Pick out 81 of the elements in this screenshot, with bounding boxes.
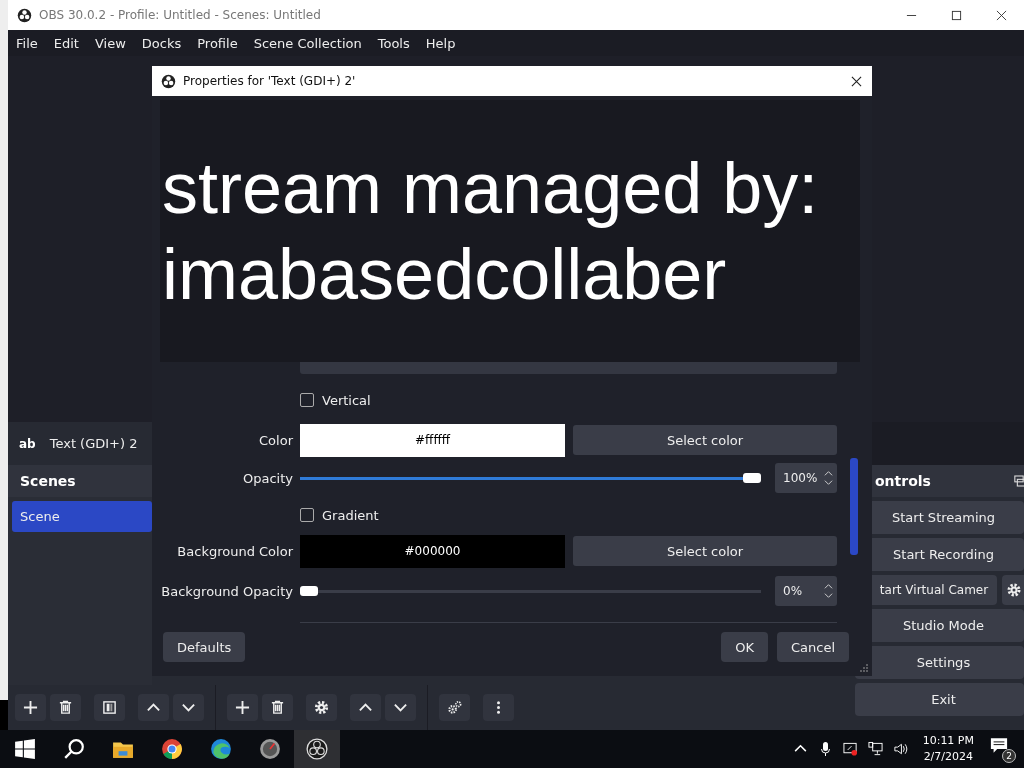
color-swatch: #000000 [300, 534, 565, 568]
chrome-icon[interactable] [161, 738, 183, 760]
trash-icon [58, 700, 73, 715]
plus-icon [235, 700, 250, 715]
obs-icon[interactable] [306, 738, 328, 760]
move-down-button[interactable] [385, 694, 416, 721]
notification-icon[interactable] [990, 737, 1008, 754]
menu-item[interactable]: Help [417, 35, 464, 51]
gear-icon [1006, 582, 1022, 598]
gauge-icon[interactable] [259, 738, 281, 760]
clock-date[interactable]: 2/7/2024 [923, 749, 974, 765]
slider[interactable] [300, 586, 761, 596]
filters-button[interactable] [94, 694, 125, 721]
volume-icon[interactable] [892, 741, 908, 757]
slider[interactable] [300, 473, 761, 483]
spin-box[interactable]: 0% [775, 576, 837, 606]
move-down-button[interactable] [173, 694, 204, 721]
cancel-button[interactable]: Cancel [776, 632, 849, 662]
field-label: Background Color [177, 543, 293, 559]
defaults-button[interactable]: Defaults [163, 632, 246, 662]
add-button[interactable] [227, 694, 258, 721]
text-source-icon: ab [19, 436, 36, 451]
add-button[interactable] [15, 694, 46, 721]
preview-text: stream managed by: [162, 147, 820, 230]
menu-item[interactable]: View [86, 35, 134, 51]
field-label: Opacity [243, 470, 293, 486]
screen-recording-icon[interactable] [842, 741, 858, 757]
move-up-button[interactable] [350, 694, 381, 721]
spin-box[interactable]: 100% [775, 463, 837, 493]
window-title: OBS 30.0.2 - Profile: Untitled - Scenes: Untitled [39, 8, 321, 22]
control-button[interactable]: Settings [855, 646, 1024, 679]
checkbox-label[interactable]: Gradient [322, 507, 379, 523]
menu-item[interactable]: Tools [369, 35, 418, 51]
menu-item[interactable]: Edit [45, 35, 87, 51]
checkbox-label[interactable]: Vertical [322, 392, 371, 408]
obs-logo-icon [161, 73, 176, 89]
start-icon[interactable] [14, 738, 36, 760]
trash-icon [270, 700, 285, 715]
preview-text: imabasedcollaber [162, 233, 728, 316]
maximize-icon[interactable] [951, 9, 962, 21]
more-button[interactable] [483, 694, 514, 721]
network-icon[interactable] [867, 741, 883, 757]
select-color-button[interactable]: Select color [573, 425, 837, 455]
menu-item[interactable]: Scene Collection [245, 35, 370, 51]
obs-logo-icon [17, 7, 32, 23]
settings-button[interactable] [306, 694, 337, 721]
move-up-button[interactable] [138, 694, 169, 721]
delete-button[interactable] [262, 694, 293, 721]
dock-title: ontrols [874, 473, 931, 489]
undock-icon[interactable] [1014, 474, 1024, 488]
close-icon[interactable] [996, 9, 1007, 21]
filter-icon [102, 700, 117, 715]
notification-count: 2 [1002, 749, 1016, 763]
plus-icon [23, 700, 38, 715]
menu-item[interactable]: File [8, 35, 46, 51]
dock-title: Scenes [8, 465, 152, 497]
menu-item[interactable]: Profile [189, 35, 246, 51]
ok-button[interactable]: OK [721, 632, 768, 662]
clock-time[interactable]: 10:11 PM [922, 733, 974, 749]
field-label: Background Opacity [161, 583, 293, 599]
checkbox[interactable] [300, 393, 314, 407]
scrollbar[interactable] [850, 458, 858, 555]
resize-grip-icon[interactable] [860, 664, 868, 672]
edge-icon[interactable] [210, 738, 232, 760]
dialog-title: Properties for 'Text (GDI+) 2' [183, 74, 356, 88]
gear-icon [314, 700, 329, 715]
advanced-audio-button[interactable] [439, 694, 470, 721]
virtual-camera-settings-button[interactable] [1002, 575, 1024, 605]
menu-item[interactable]: Docks [133, 35, 190, 51]
source-name[interactable]: Text (GDI+) 2 [49, 436, 138, 451]
field-label: Color [259, 432, 293, 448]
scene-item[interactable]: Scene [12, 501, 152, 532]
close-icon[interactable] [851, 75, 862, 87]
checkbox[interactable] [300, 508, 314, 522]
select-color-button[interactable]: Select color [573, 536, 837, 566]
color-swatch: #ffffff [300, 423, 565, 457]
delete-button[interactable] [50, 694, 81, 721]
dropdown-field[interactable] [300, 362, 837, 374]
control-button[interactable]: Exit [855, 683, 1024, 716]
gears-icon [447, 700, 462, 715]
search-icon[interactable] [63, 738, 85, 760]
